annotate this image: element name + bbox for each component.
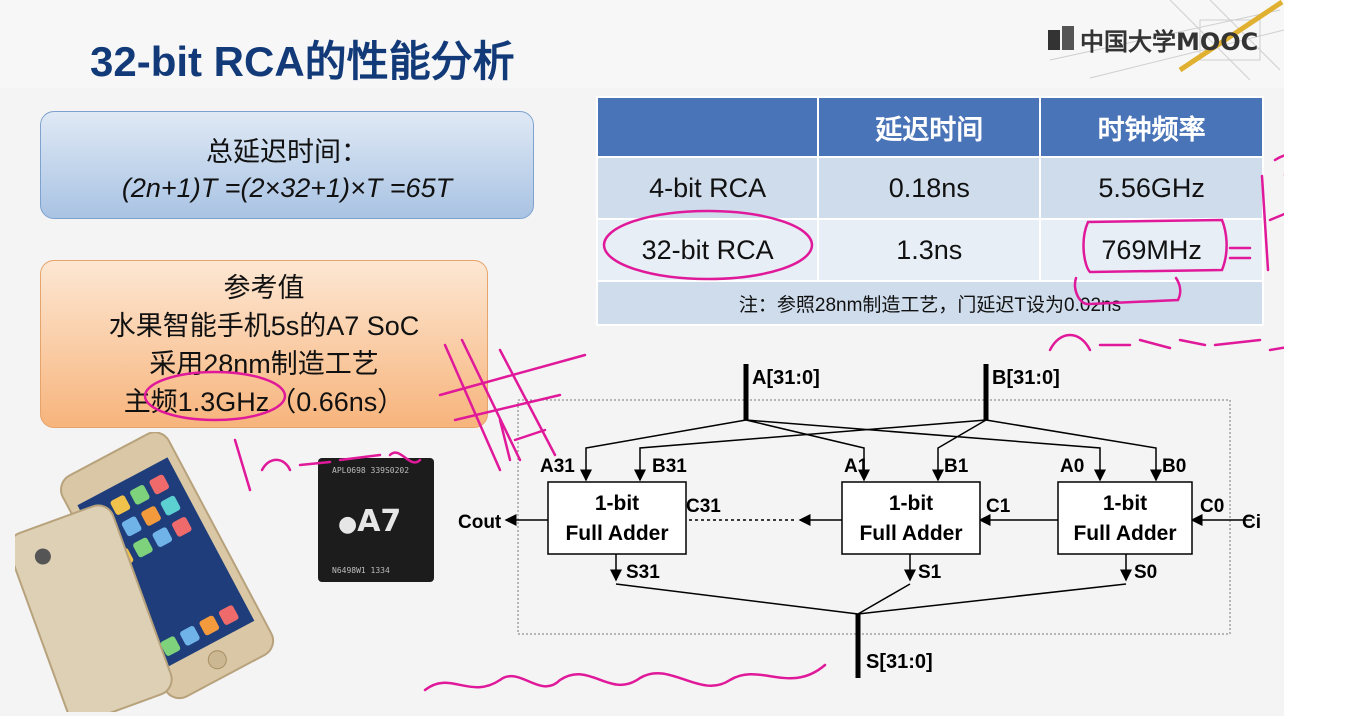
port-c31: C31 bbox=[686, 496, 721, 517]
phone-image bbox=[15, 432, 275, 712]
table-note: 注：参照28nm制造工艺，门延迟T设为0.02ns bbox=[596, 280, 1264, 326]
table-header-row: 延迟时间 时钟频率 bbox=[595, 96, 1264, 158]
svg-text:1-bit: 1-bit bbox=[595, 492, 639, 515]
reference-title: 参考值 bbox=[223, 273, 305, 303]
port-cin: Cin bbox=[1242, 512, 1260, 533]
port-s1: S1 bbox=[918, 562, 942, 583]
full-adder-31: 1-bit Full Adder bbox=[547, 481, 687, 555]
port-cout: Cout bbox=[458, 512, 502, 533]
table-row: 4-bit RCA 0.18ns 5.56GHz bbox=[595, 156, 1264, 220]
svg-text:Full Adder: Full Adder bbox=[1073, 522, 1176, 545]
full-adder-1: 1-bit Full Adder bbox=[841, 481, 981, 555]
table-header-cell bbox=[595, 96, 820, 158]
slide-title: 32-bit RCA的性能分析 bbox=[90, 38, 515, 85]
input-a-label: A[31:0] bbox=[752, 367, 820, 389]
ink-65t-calc bbox=[1048, 333, 1284, 352]
table-row: 32-bit RCA 1.3ns 769MHz bbox=[595, 218, 1264, 282]
port-a1: A1 bbox=[844, 456, 869, 477]
reference-frequency: 主频1.3GHz（0.66ns） bbox=[123, 387, 405, 417]
reference-process: 采用28nm制造工艺 bbox=[149, 349, 379, 379]
port-c1: C1 bbox=[986, 496, 1011, 517]
table-note-row: 注：参照28nm制造工艺，门延迟T设为0.02ns bbox=[596, 280, 1264, 326]
full-adder-0: 1-bit Full Adder bbox=[1057, 481, 1193, 555]
table-cell: 1.3ns bbox=[817, 218, 1042, 282]
svg-text:Full Adder: Full Adder bbox=[859, 522, 962, 545]
reference-soc: 水果智能手机5s的A7 SoC bbox=[108, 311, 420, 341]
a7-chip-image: APL0698 339S0202 ●A7 N6498W1 1334 bbox=[318, 458, 434, 582]
svg-text:1-bit: 1-bit bbox=[1103, 492, 1147, 515]
total-delay-label: 总延迟时间： bbox=[206, 137, 368, 167]
mooc-logo-icon bbox=[1048, 26, 1074, 50]
reference-box: 参考值 水果智能手机5s的A7 SoC 采用28nm制造工艺 主频1.3GHz（… bbox=[40, 260, 488, 428]
chip-code-top: APL0698 339S0202 bbox=[332, 466, 410, 475]
port-b31: B31 bbox=[652, 456, 687, 477]
apple-logo-icon: ● bbox=[338, 512, 358, 537]
rca-circuit-diagram: A[31:0] B[31:0] S[31:0] 1-bit Full Adder… bbox=[458, 364, 1260, 678]
ink-fraction bbox=[1260, 174, 1284, 272]
logo-text: 中国大学MOOC bbox=[1080, 27, 1259, 56]
input-b-label: B[31:0] bbox=[992, 367, 1060, 389]
table-cell: 769MHz bbox=[1039, 218, 1264, 282]
port-s0: S0 bbox=[1134, 562, 1157, 583]
svg-text:Full Adder: Full Adder bbox=[565, 522, 668, 545]
table-cell: 4-bit RCA bbox=[595, 156, 820, 220]
port-b0: B0 bbox=[1162, 456, 1186, 477]
table-cell: 0.18ns bbox=[817, 156, 1042, 220]
chip-code-bottom: N6498W1 1334 bbox=[332, 566, 390, 575]
table-header-cell: 延迟时间 bbox=[817, 96, 1042, 158]
total-delay-formula: (2n+1)T =(2×32+1)×T =65T bbox=[121, 173, 453, 203]
output-s-label: S[31:0] bbox=[866, 651, 933, 673]
total-delay-box: 总延迟时间： (2n+1)T =(2×32+1)×T =65T bbox=[40, 111, 534, 219]
chip-label: ●A7 bbox=[338, 504, 402, 539]
port-b1: B1 bbox=[944, 456, 969, 477]
port-a31: A31 bbox=[540, 456, 575, 477]
mooc-logo: 中国大学MOOC bbox=[1046, 22, 1258, 56]
table-cell: 32-bit RCA bbox=[595, 218, 820, 282]
port-s31: S31 bbox=[626, 562, 660, 583]
port-c0: C0 bbox=[1200, 496, 1224, 517]
table-cell: 5.56GHz bbox=[1039, 156, 1264, 220]
table-header-cell: 时钟频率 bbox=[1039, 96, 1264, 158]
right-margin bbox=[1284, 0, 1371, 716]
slide: 32-bit RCA的性能分析 中国大学MOOC 总延迟时间： (2n+1)T … bbox=[0, 0, 1284, 716]
ink-scribble-top bbox=[1273, 154, 1284, 176]
performance-table: 延迟时间 时钟频率 4-bit RCA 0.18ns 5.56GHz 32-bi… bbox=[595, 96, 1264, 326]
svg-text:1-bit: 1-bit bbox=[889, 492, 933, 515]
port-a0: A0 bbox=[1060, 456, 1084, 477]
